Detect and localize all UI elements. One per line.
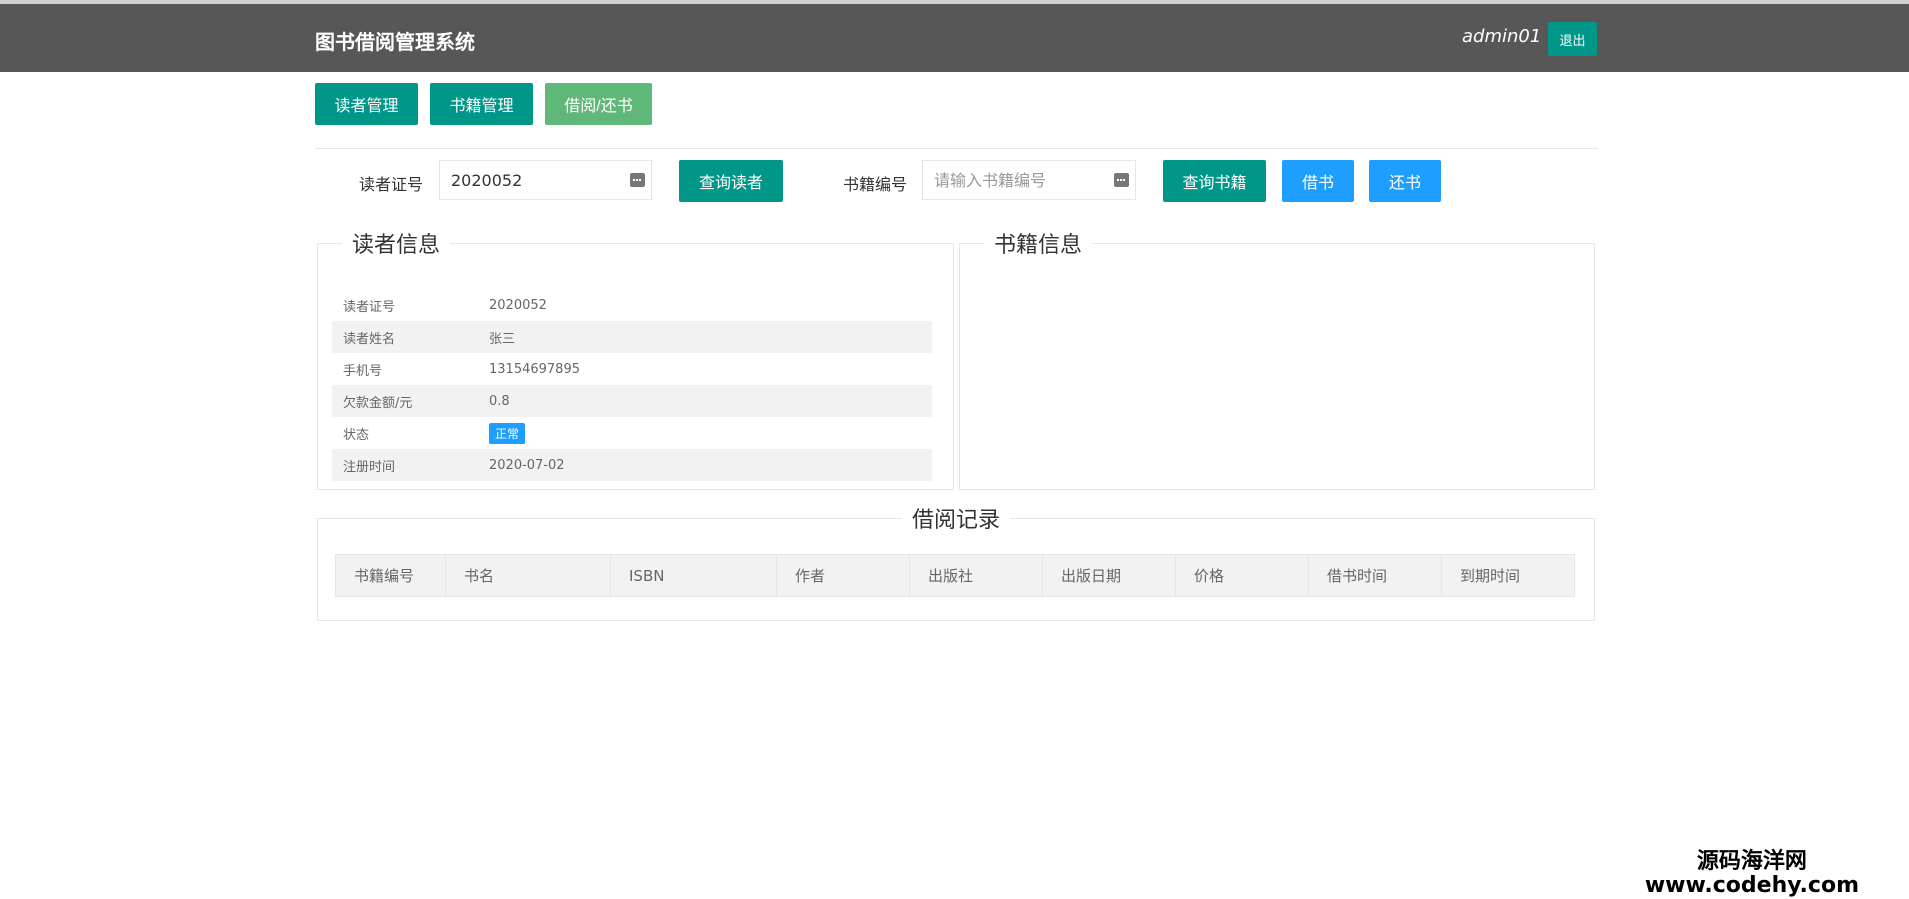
query-book-button[interactable]: 查询书籍 (1163, 160, 1266, 202)
info-value: 张三 (489, 331, 516, 347)
records-table-header: 书籍编号 书名 ISBN 作者 出版社 出版日期 价格 借书时间 到期时间 (335, 554, 1575, 597)
column-header[interactable]: 作者 (777, 555, 910, 596)
info-value: 2020052 (489, 297, 547, 313)
column-header[interactable]: ISBN (611, 555, 777, 596)
book-id-input[interactable] (923, 161, 1135, 199)
info-value: 2020-07-02 (489, 457, 565, 473)
reader-info-row: 欠款金额/元 0.8 (332, 385, 932, 417)
column-header[interactable]: 价格 (1176, 555, 1309, 596)
reader-id-label: 读者证号 (359, 175, 424, 194)
reader-id-field-wrapper (439, 160, 652, 200)
borrow-records-legend: 借阅记录 (911, 508, 1000, 533)
reader-info-row: 注册时间 2020-07-02 (332, 449, 932, 481)
watermark: 源码海洋网 www.codehy.com (1645, 843, 1859, 898)
watermark-url: www.codehy.com (1644, 873, 1859, 898)
current-user: admin01 (1462, 26, 1542, 47)
column-header[interactable]: 借书时间 (1309, 555, 1442, 596)
column-header[interactable]: 书籍编号 (336, 555, 446, 596)
reader-info-row: 状态 正常 (332, 417, 932, 449)
header-bar: 图书借阅管理系统 admin01 退出 (0, 4, 1909, 72)
reader-info-row: 读者姓名 张三 (332, 321, 932, 353)
reader-info-row: 读者证号 2020052 (332, 289, 932, 321)
reader-id-input[interactable] (440, 161, 651, 199)
query-reader-button[interactable]: 查询读者 (679, 160, 783, 202)
info-value: 0.8 (489, 393, 510, 409)
column-header[interactable]: 出版社 (910, 555, 1043, 596)
book-info-legend: 书籍信息 (994, 233, 1083, 258)
borrow-button[interactable]: 借书 (1282, 160, 1354, 202)
logout-button[interactable]: 退出 (1548, 22, 1597, 56)
info-key: 手机号 (343, 363, 383, 379)
info-key: 读者证号 (343, 299, 396, 315)
column-header[interactable]: 书名 (446, 555, 611, 596)
nav-reader-management-button[interactable]: 读者管理 (315, 83, 418, 125)
nav-borrow-return-button[interactable]: 借阅/还书 (545, 83, 652, 125)
column-header[interactable]: 出版日期 (1043, 555, 1176, 596)
reader-info-row: 手机号 13154697895 (332, 353, 932, 385)
column-header[interactable]: 到期时间 (1442, 555, 1574, 596)
info-value: 13154697895 (489, 361, 580, 377)
keyboard-icon[interactable] (1114, 173, 1129, 187)
divider (315, 148, 1598, 149)
book-info-panel: 书籍信息 (959, 227, 1595, 490)
watermark-cn: 源码海洋网 (1696, 849, 1807, 874)
info-key: 注册时间 (343, 459, 396, 475)
info-key: 欠款金额/元 (343, 395, 413, 411)
keyboard-icon[interactable] (630, 173, 645, 187)
reader-info-legend: 读者信息 (352, 233, 441, 258)
nav-book-management-button[interactable]: 书籍管理 (430, 83, 533, 125)
reader-info-panel: 读者信息 读者证号 2020052 读者姓名 张三 手机号 1315469789… (317, 227, 954, 490)
book-id-field-wrapper (922, 160, 1136, 200)
book-id-label: 书籍编号 (843, 175, 908, 194)
app-title: 图书借阅管理系统 (315, 30, 475, 54)
return-button[interactable]: 还书 (1369, 160, 1441, 202)
status-badge: 正常 (489, 422, 526, 444)
info-key: 读者姓名 (343, 331, 396, 347)
info-key: 状态 (343, 427, 370, 443)
